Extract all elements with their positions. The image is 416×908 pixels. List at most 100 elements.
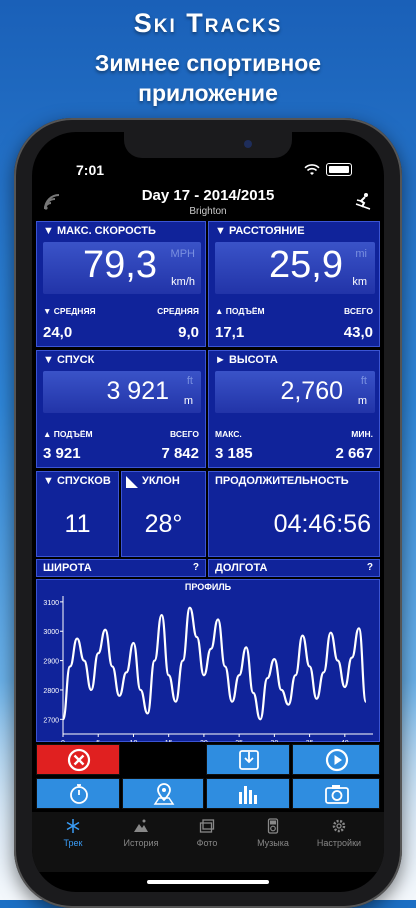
empty-button-slot <box>122 744 204 775</box>
lift-distance-value: 17,1 <box>215 324 245 341</box>
tab-bar: Трек История Фото Музыка Настройки <box>32 812 384 872</box>
x-tick-label: 30 <box>270 740 278 742</box>
app-screen: 7:01 Day 17 - 2014/2015 Brighton ▼ МАКС.… <box>32 132 384 892</box>
y-tick-label: 2800 <box>43 688 59 695</box>
toolbar-row-1 <box>36 744 380 777</box>
stopwatch-icon <box>70 784 88 804</box>
photos-icon <box>199 819 215 833</box>
bar-chart-icon <box>239 786 257 804</box>
max-speed-box: 79,3 MPH km/h <box>43 242 201 294</box>
x-tick-label: 10 <box>130 740 138 742</box>
tab-settings[interactable]: Настройки <box>304 818 374 848</box>
longitude-value: ? <box>366 562 373 573</box>
promo-subtitle-line2: приложение <box>138 80 278 106</box>
descent-box: 3 921 ft m <box>43 371 201 413</box>
tab-photos-label: Фото <box>196 838 218 848</box>
y-tick-label: 3000 <box>43 629 59 636</box>
slope-icon <box>126 476 138 488</box>
descent-unit: m <box>183 395 193 407</box>
tab-track-label: Трек <box>63 838 83 848</box>
descent-lift-value: 3 921 <box>43 445 81 462</box>
descent-total-label: ВСЕГО <box>170 429 199 439</box>
duration-label: ПРОДОЛЖИТЕЛЬНОСТЬ <box>215 475 349 487</box>
download-icon <box>239 750 259 770</box>
descent-total-value: 7 842 <box>161 445 199 462</box>
descent-panel[interactable]: ▼ СПУСК 3 921 ft m ▲ ПОДЪЁМ ВСЕГО 3 921 … <box>36 350 206 468</box>
y-tick-label: 2700 <box>43 717 59 724</box>
x-tick-label: 5 <box>96 740 100 742</box>
x-tick-label: 20 <box>200 740 208 742</box>
slope-panel[interactable]: УКЛОН 28° <box>121 471 206 557</box>
latitude-panel[interactable]: ШИРОТА ? <box>36 559 206 577</box>
longitude-panel[interactable]: ДОЛГОТА ? <box>208 559 380 577</box>
phone-frame: 7:01 Day 17 - 2014/2015 Brighton ▼ МАКС.… <box>14 118 402 908</box>
page-title: Day 17 - 2014/2015 <box>141 187 275 204</box>
distance-value: 25,9 <box>269 244 343 286</box>
runs-panel[interactable]: ▼ СПУСКОВ 11 <box>36 471 119 557</box>
wifi-icon <box>304 163 320 175</box>
promo-subtitle-line1: Зимнее спортивное <box>94 50 322 76</box>
tab-track[interactable]: Трек <box>38 818 108 848</box>
descent-lift-label: ▲ ПОДЪЁМ <box>43 429 93 439</box>
stats-button[interactable] <box>206 778 290 809</box>
altitude-label: ► ВЫСОТА <box>215 354 278 366</box>
altitude-max-label: МАКС. <box>215 429 242 439</box>
altitude-min-value: 2 667 <box>335 445 373 462</box>
distance-unit: km <box>352 276 367 288</box>
duration-value: 04:46:56 <box>273 510 371 538</box>
max-speed-label: ▼ МАКС. СКОРОСТЬ <box>43 225 156 237</box>
x-tick-label: 35 <box>306 740 314 742</box>
y-tick-label: 2900 <box>43 659 59 666</box>
profile-chart-panel[interactable]: ПРОФИЛЬ 2700 2800 2900 3000 3100 0 5 10 15 20 25 30… <box>36 579 380 742</box>
latitude-label: ШИРОТА <box>43 562 92 574</box>
slope-label: УКЛОН <box>142 475 180 487</box>
notch <box>124 132 292 158</box>
duration-panel[interactable]: ПРОДОЛЖИТЕЛЬНОСТЬ 04:46:56 <box>208 471 380 557</box>
max-speed-value: 79,3 <box>83 244 157 286</box>
x-tick-label: 15 <box>165 740 173 742</box>
altitude-value: 2,760 <box>280 377 343 405</box>
promo-subtitle: Зимнее спортивное приложение <box>0 48 416 108</box>
map-button[interactable] <box>122 778 204 809</box>
descent-label: ▼ СПУСК <box>43 354 95 366</box>
toolbar-row-2 <box>36 778 380 811</box>
slope-value: 28° <box>144 510 183 538</box>
distance-panel[interactable]: ▼ РАССТОЯНИЕ 25,9 mi km ▲ ПОДЪЁМ ВСЕГО 1… <box>208 221 380 347</box>
gear-icon <box>332 819 346 833</box>
descent-unit-dim: ft <box>186 375 193 387</box>
camera-button[interactable] <box>292 778 380 809</box>
skier-icon[interactable] <box>354 192 372 210</box>
resort-name: Brighton <box>189 206 227 217</box>
tab-history[interactable]: История <box>106 818 176 848</box>
stop-button[interactable] <box>36 744 120 775</box>
runs-value: 11 <box>64 510 91 538</box>
profile-line <box>61 606 368 721</box>
tab-history-label: История <box>123 838 159 848</box>
camera-dot <box>244 140 252 148</box>
tab-photos[interactable]: Фото <box>172 818 242 848</box>
download-button[interactable] <box>206 744 290 775</box>
altitude-unit-dim: ft <box>360 375 367 387</box>
home-indicator <box>147 880 269 884</box>
max-speed-panel[interactable]: ▼ МАКС. СКОРОСТЬ 79,3 MPH km/h ▼ СРЕДНЯЯ… <box>36 221 206 347</box>
x-tick-label: 0 <box>61 740 65 742</box>
y-tick-label: 3100 <box>43 600 59 607</box>
ipod-icon <box>267 818 279 834</box>
tab-music[interactable]: Музыка <box>238 818 308 848</box>
total-distance-value: 43,0 <box>343 324 373 341</box>
distance-unit-dim: mi <box>355 248 367 260</box>
distance-box: 25,9 mi km <box>215 242 375 294</box>
avg-value-right: 9,0 <box>178 324 199 341</box>
max-speed-unit-dim: MPH <box>170 248 195 260</box>
max-speed-unit: km/h <box>171 276 195 288</box>
descent-value: 3 921 <box>106 377 169 405</box>
camera-icon <box>325 785 349 804</box>
altitude-panel[interactable]: ► ВЫСОТА 2,760 ft m МАКС. МИН. 3 185 2 6… <box>208 350 380 468</box>
altitude-min-label: МИН. <box>351 429 373 439</box>
map-pin-icon <box>153 783 175 805</box>
longitude-label: ДОЛГОТА <box>215 562 268 574</box>
lift-label: ▲ ПОДЪЁМ <box>215 306 265 316</box>
play-button[interactable] <box>292 744 380 775</box>
close-icon <box>67 748 91 772</box>
stopwatch-button[interactable] <box>36 778 120 809</box>
